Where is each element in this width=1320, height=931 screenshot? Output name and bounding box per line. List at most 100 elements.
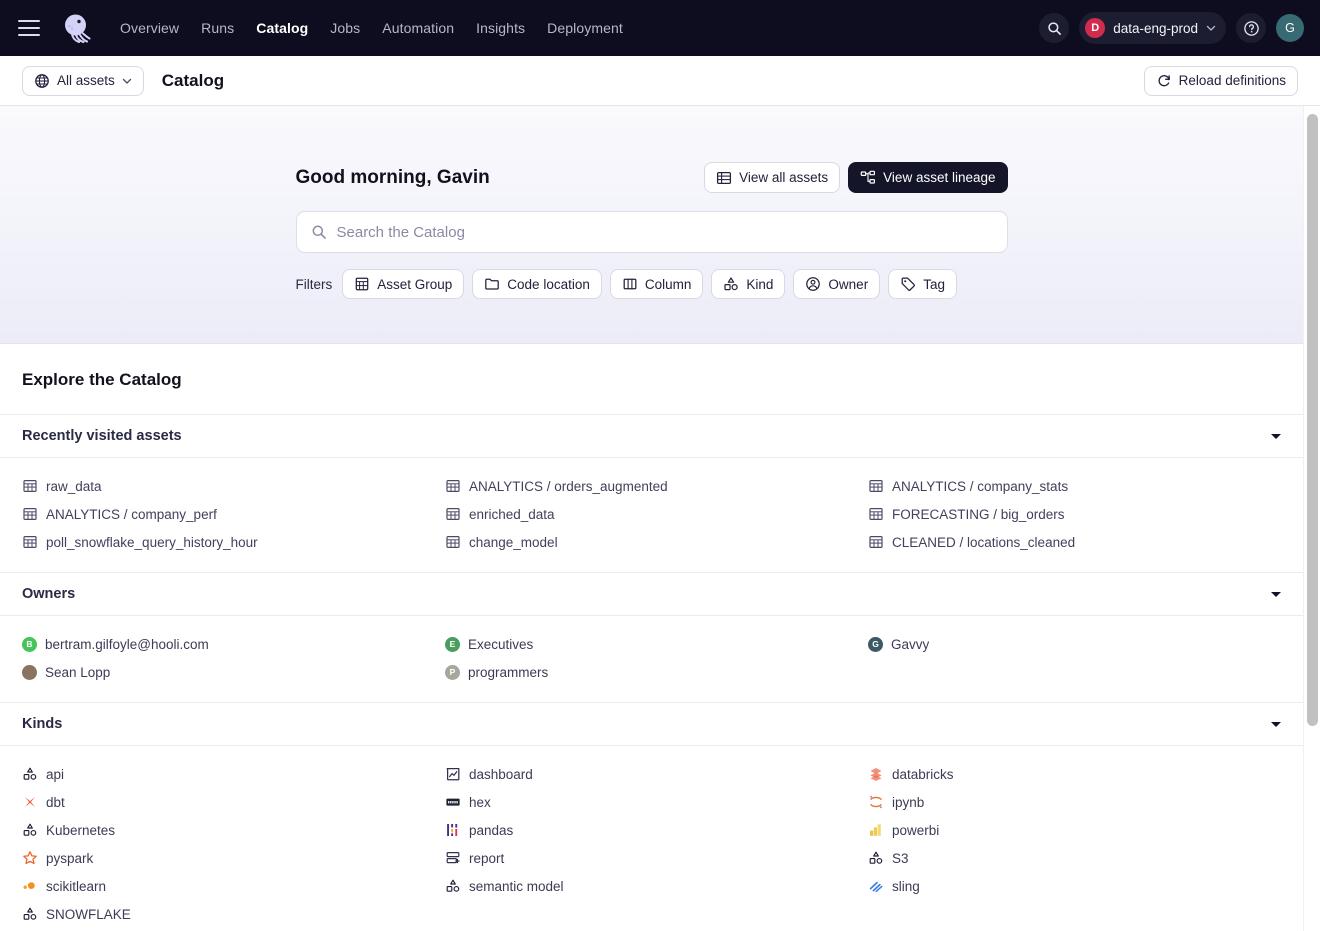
list-item[interactable]: powerbi	[868, 816, 1281, 844]
filter-owner-button[interactable]: Owner	[793, 269, 880, 299]
list-item-label: powerbi	[892, 823, 939, 838]
list-item-label: poll_snowflake_query_history_hour	[46, 535, 258, 550]
filter-code-location-button[interactable]: Code location	[472, 269, 602, 299]
all-assets-scope-button[interactable]: All assets	[22, 66, 144, 96]
owner-avatar-photo	[22, 665, 37, 680]
list-item[interactable]: scikitlearn	[22, 872, 435, 900]
list-item[interactable]: CLEANED / locations_cleaned	[868, 528, 1281, 556]
list-item-label: programmers	[468, 665, 548, 680]
filter-column-button[interactable]: Column	[610, 269, 704, 299]
view-all-assets-button[interactable]: View all assets	[704, 162, 840, 193]
hamburger-icon[interactable]	[18, 20, 40, 36]
top-navigation-bar: Overview Runs Catalog Jobs Automation In…	[0, 0, 1320, 56]
section-header-owners[interactable]: Owners	[0, 573, 1303, 616]
asset-table-icon	[868, 506, 884, 522]
list-item-label: report	[469, 851, 504, 866]
section-header-recently-visited-assets[interactable]: Recently visited assets	[0, 415, 1303, 458]
list-item[interactable]: ANALYTICS / company_perf	[22, 500, 435, 528]
nav-link-deployment[interactable]: Deployment	[547, 20, 623, 36]
help-circle-icon[interactable]	[1236, 13, 1266, 43]
asset-table-icon	[445, 478, 461, 494]
list-item[interactable]: ANALYTICS / orders_augmented	[445, 472, 858, 500]
list-item[interactable]: Sean Lopp	[22, 658, 435, 686]
list-item-label: pyspark	[46, 851, 93, 866]
nav-link-automation[interactable]: Automation	[382, 20, 454, 36]
catalog-subheader: All assets Catalog Reload definitions	[0, 56, 1320, 106]
caret-down-icon[interactable]	[1271, 592, 1281, 597]
filters-label: Filters	[296, 277, 333, 292]
list-item[interactable]: Kubernetes	[22, 816, 435, 844]
list-item-label: semantic model	[469, 879, 564, 894]
list-item[interactable]: G Gavvy	[868, 630, 1281, 658]
pyspark-star-icon	[22, 850, 38, 866]
list-item[interactable]: change_model	[445, 528, 858, 556]
deployment-switcher[interactable]: D data-eng-prod	[1079, 12, 1226, 44]
section-title: Owners	[22, 586, 75, 602]
list-item[interactable]: SNOWFLAKE	[22, 900, 435, 928]
primary-nav-links: Overview Runs Catalog Jobs Automation In…	[120, 20, 623, 36]
list-item[interactable]: pyspark	[22, 844, 435, 872]
search-icon[interactable]	[1039, 13, 1069, 43]
list-item[interactable]: FORECASTING / big_orders	[868, 500, 1281, 528]
reload-icon	[1156, 73, 1172, 89]
list-item[interactable]: dashboard	[445, 760, 858, 788]
explore-catalog-title: Explore the Catalog	[0, 344, 1303, 415]
view-asset-lineage-label: View asset lineage	[883, 170, 995, 185]
vertical-scrollbar-thumb[interactable]	[1307, 114, 1318, 726]
list-item[interactable]: api	[22, 760, 435, 788]
list-item[interactable]: poll_snowflake_query_history_hour	[22, 528, 435, 556]
caret-down-icon[interactable]	[1271, 722, 1281, 727]
section-title: Recently visited assets	[22, 428, 182, 444]
list-item-label: Sean Lopp	[45, 665, 110, 680]
nav-link-overview[interactable]: Overview	[120, 20, 179, 36]
list-item-label: Kubernetes	[46, 823, 115, 838]
list-item[interactable]: semantic model	[445, 872, 858, 900]
caret-down-icon[interactable]	[1271, 434, 1281, 439]
filters-row: Filters Asset Group	[296, 269, 1008, 299]
filter-asset-group-button[interactable]: Asset Group	[342, 269, 464, 299]
list-item-label: change_model	[469, 535, 558, 550]
nav-link-jobs[interactable]: Jobs	[330, 20, 360, 36]
list-item[interactable]: B bertram.gilfoyle@hooli.com	[22, 630, 435, 658]
list-item[interactable]: pandas	[445, 816, 858, 844]
owner-icon	[805, 276, 821, 292]
kind-icon	[723, 276, 739, 292]
search-input[interactable]	[337, 224, 993, 241]
list-item[interactable]: ipynb	[868, 788, 1281, 816]
filter-tag-button[interactable]: Tag	[888, 269, 957, 299]
list-item[interactable]: P programmers	[445, 658, 858, 686]
list-item[interactable]: ANALYTICS / company_stats	[868, 472, 1281, 500]
dagster-logo[interactable]	[60, 11, 94, 45]
list-item[interactable]: databricks	[868, 760, 1281, 788]
nav-link-catalog[interactable]: Catalog	[256, 20, 308, 36]
list-item-label: hex	[469, 795, 491, 810]
filter-kind-button[interactable]: Kind	[711, 269, 785, 299]
scikitlearn-icon	[22, 878, 38, 894]
lineage-icon	[860, 170, 876, 186]
reload-definitions-button[interactable]: Reload definitions	[1144, 66, 1298, 96]
asset-table-icon	[868, 478, 884, 494]
list-item[interactable]: sling	[868, 872, 1281, 900]
list-item[interactable]: raw_data	[22, 472, 435, 500]
asset-group-icon	[354, 276, 370, 292]
view-asset-lineage-button[interactable]: View asset lineage	[848, 162, 1007, 193]
nav-link-insights[interactable]: Insights	[476, 20, 525, 36]
user-avatar[interactable]: G	[1276, 14, 1304, 42]
section-header-kinds[interactable]: Kinds	[0, 703, 1303, 746]
hero-action-buttons: View all assets View asset lineage	[704, 162, 1007, 193]
reload-definitions-label: Reload definitions	[1179, 73, 1286, 88]
kind-generic-icon	[22, 822, 38, 838]
list-item[interactable]: E Executives	[445, 630, 858, 658]
list-item[interactable]: S3	[868, 844, 1281, 872]
catalog-search-box[interactable]	[296, 211, 1008, 253]
tag-icon	[900, 276, 916, 292]
nav-link-runs[interactable]: Runs	[201, 20, 234, 36]
list-item[interactable]: dbt	[22, 788, 435, 816]
list-item[interactable]: enriched_data	[445, 500, 858, 528]
list-item[interactable]: hex	[445, 788, 858, 816]
owners-grid: B bertram.gilfoyle@hooli.com Sean Lopp E…	[0, 616, 1303, 703]
table-icon	[716, 170, 732, 186]
vertical-scrollbar-track[interactable]	[1303, 106, 1320, 931]
list-item-label: S3	[892, 851, 909, 866]
list-item[interactable]: report	[445, 844, 858, 872]
